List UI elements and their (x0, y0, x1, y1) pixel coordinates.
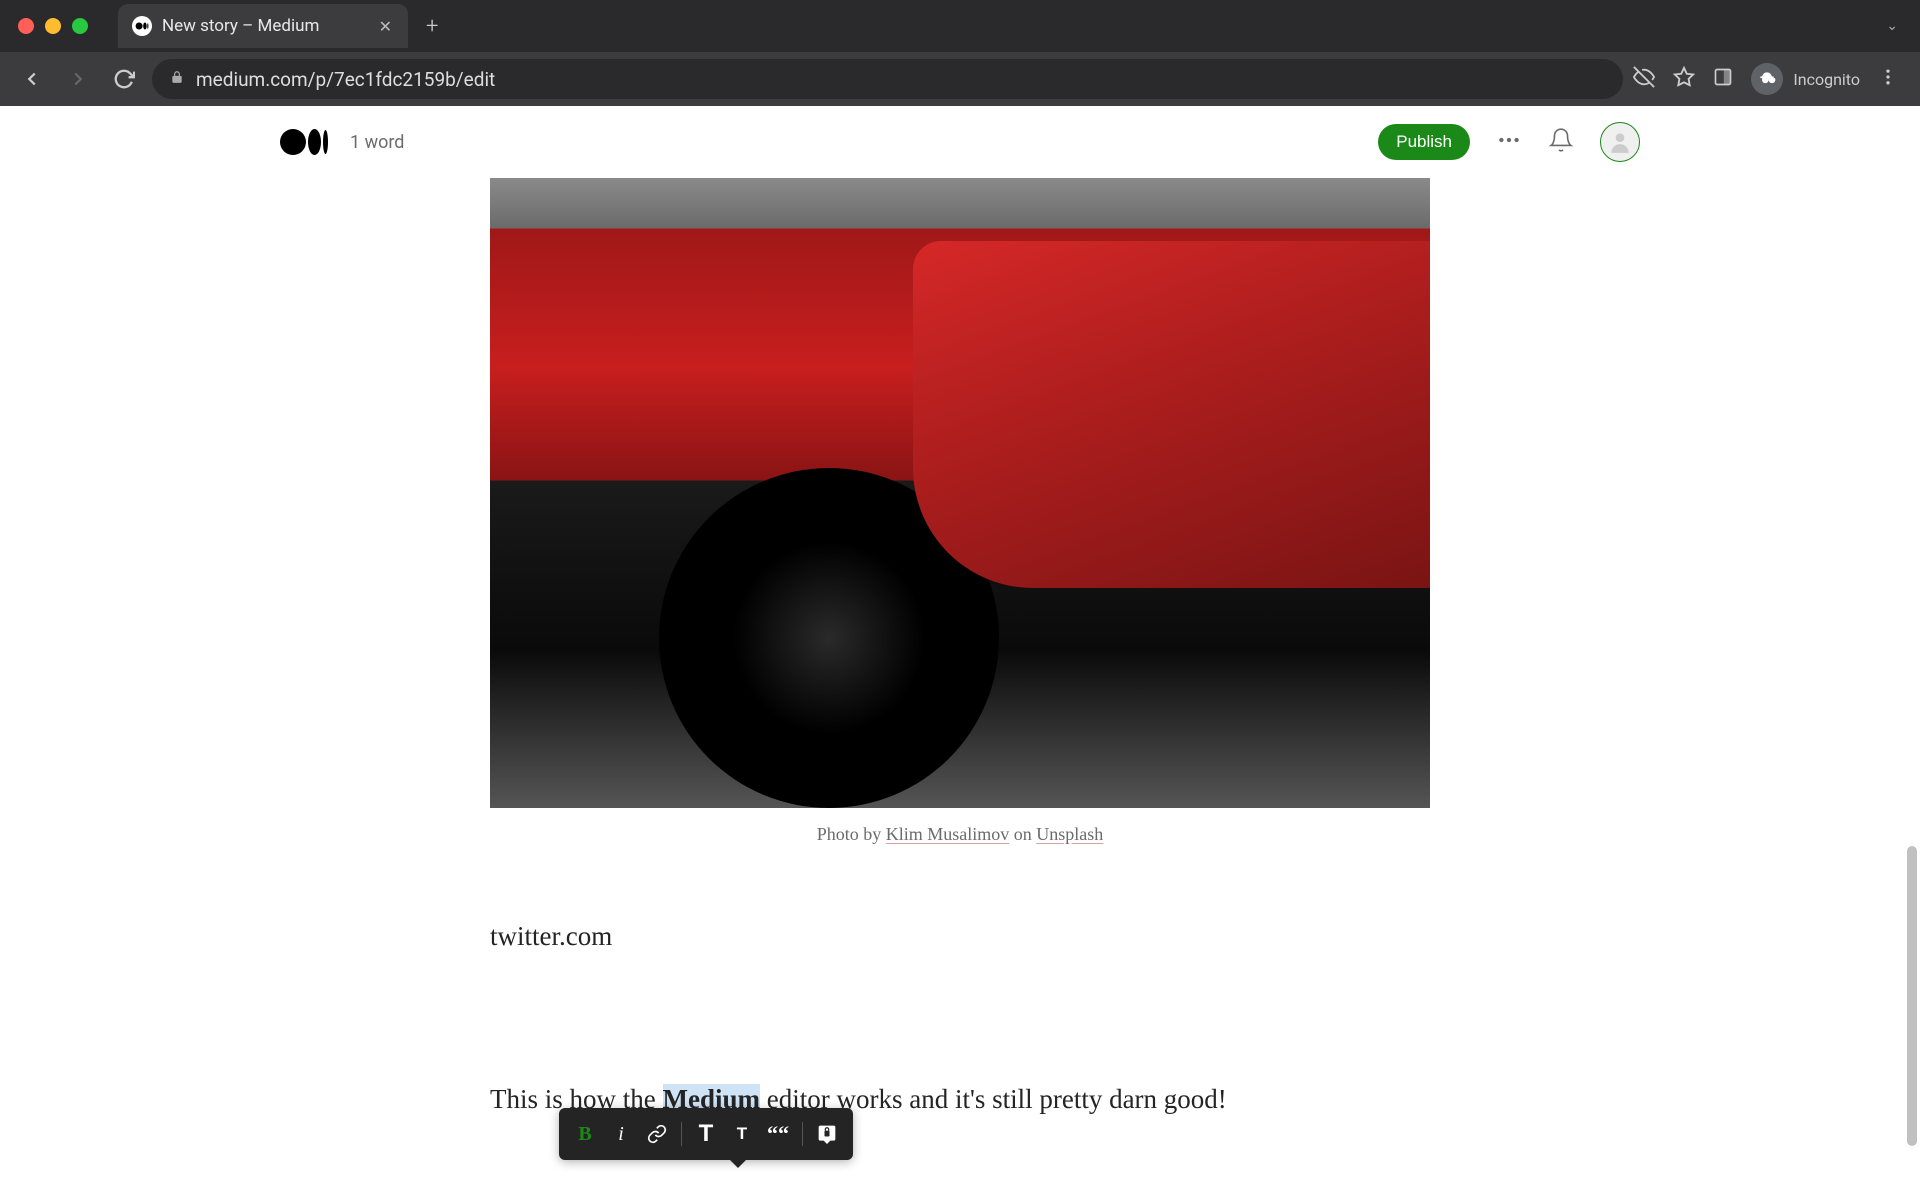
tab-close-icon[interactable]: ✕ (379, 17, 392, 36)
extensions-icon[interactable] (1713, 67, 1733, 91)
bold-button[interactable]: B (567, 1116, 603, 1152)
url-input[interactable]: medium.com/p/7ec1fdc2159b/edit (152, 59, 1623, 99)
url-text: medium.com/p/7ec1fdc2159b/edit (196, 68, 495, 91)
medium-favicon-icon (132, 16, 152, 36)
new-tab-button[interactable]: + (426, 14, 438, 39)
bookmark-star-icon[interactable] (1673, 66, 1695, 92)
blockquote-button[interactable]: ““ (760, 1116, 796, 1152)
toolbar-separator (802, 1122, 803, 1146)
medium-topnav: 1 word Publish (0, 106, 1920, 178)
more-options-icon[interactable] (1496, 127, 1522, 157)
large-heading-button[interactable]: T (688, 1116, 724, 1152)
image-caption[interactable]: Photo by Klim Musalimov on Unsplash (490, 824, 1430, 845)
private-note-button[interactable] (809, 1116, 845, 1152)
toolbar-separator (681, 1122, 682, 1146)
incognito-label: Incognito (1793, 70, 1860, 89)
caption-prefix: Photo by (817, 824, 886, 844)
back-button[interactable] (14, 61, 50, 97)
tab-title: New story – Medium (162, 16, 369, 36)
address-bar: medium.com/p/7ec1fdc2159b/edit Incognito (0, 52, 1920, 106)
medium-logo-icon[interactable] (280, 129, 328, 155)
story-paragraph-1[interactable]: twitter.com (490, 915, 1430, 958)
eye-off-icon[interactable] (1633, 66, 1655, 92)
window-controls (18, 18, 88, 34)
story-editor[interactable]: Photo by Klim Musalimov on Unsplash twit… (490, 178, 1430, 1121)
italic-button[interactable]: i (603, 1116, 639, 1152)
page-content: 1 word Publish Photo by Klim Musalimov o… (0, 106, 1920, 1200)
tabs-dropdown-icon[interactable]: ⌄ (1886, 18, 1898, 34)
user-avatar[interactable] (1600, 122, 1640, 162)
browser-tabs: New story – Medium ✕ + (118, 0, 438, 52)
story-image[interactable] (490, 178, 1430, 808)
minimize-window-button[interactable] (45, 18, 61, 34)
vertical-scrollbar[interactable] (1907, 846, 1917, 1146)
close-window-button[interactable] (18, 18, 34, 34)
small-heading-button[interactable]: T (724, 1116, 760, 1152)
link-button[interactable] (639, 1116, 675, 1152)
window-titlebar: New story – Medium ✕ + ⌄ (0, 0, 1920, 52)
formatting-toolbar: B i T T ““ (559, 1108, 853, 1160)
forward-button[interactable] (60, 61, 96, 97)
caption-author-link[interactable]: Klim Musalimov (886, 824, 1010, 844)
browser-right-icons: Incognito (1633, 63, 1906, 95)
incognito-indicator[interactable]: Incognito (1751, 63, 1860, 95)
browser-tab-active[interactable]: New story – Medium ✕ (118, 4, 408, 48)
browser-menu-icon[interactable] (1878, 67, 1898, 91)
incognito-icon (1751, 63, 1783, 95)
word-count-label: 1 word (350, 132, 404, 153)
caption-source-link[interactable]: Unsplash (1036, 824, 1103, 844)
publish-button[interactable]: Publish (1378, 124, 1470, 160)
notifications-bell-icon[interactable] (1548, 127, 1574, 157)
caption-middle: on (1009, 824, 1036, 844)
lock-icon (170, 70, 184, 88)
reload-button[interactable] (106, 61, 142, 97)
maximize-window-button[interactable] (72, 18, 88, 34)
